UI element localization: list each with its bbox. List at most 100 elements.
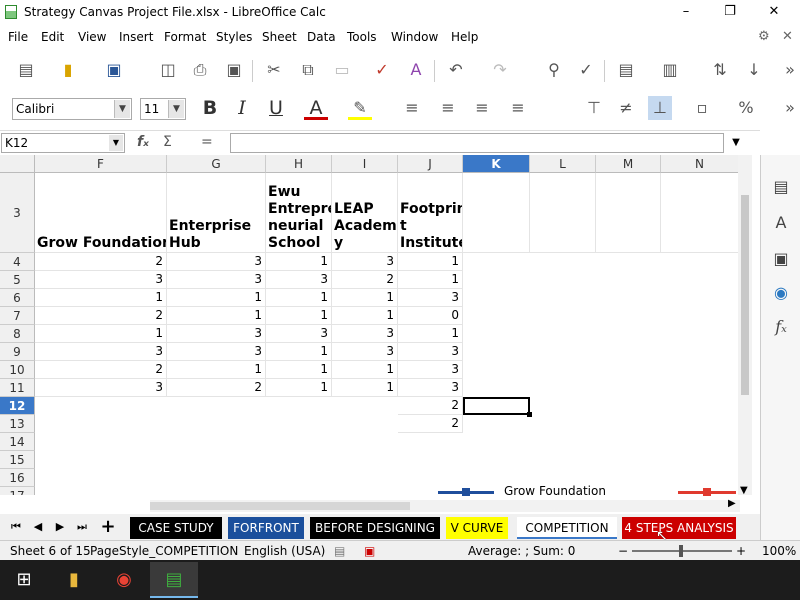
print-preview-icon[interactable]: ▣ (222, 58, 246, 82)
sheet-tab[interactable]: 4 STEPS ANALYSIS (622, 517, 736, 539)
redo-icon[interactable]: ↷ (488, 58, 512, 82)
data-cell[interactable]: 3 (332, 253, 398, 271)
more-toolbar-icon[interactable]: » (778, 58, 800, 82)
more-formatting-icon[interactable]: » (778, 96, 800, 120)
align-right-icon[interactable]: ≡ (470, 96, 494, 120)
properties-icon[interactable]: ▤ (769, 175, 793, 199)
close-button[interactable]: ✕ (752, 2, 796, 24)
data-cell[interactable]: 1 (332, 307, 398, 325)
selected-cell-cursor[interactable] (463, 397, 532, 417)
data-cell[interactable]: 2 (398, 415, 463, 433)
number-format-icon[interactable]: ▫ (690, 96, 714, 120)
data-cell[interactable]: 1 (332, 361, 398, 379)
data-cell[interactable]: 3 (167, 253, 266, 271)
sheet-tab[interactable]: V CURVE (446, 517, 508, 539)
chart-legend-item[interactable]: Grow Foundation (436, 484, 616, 500)
add-sheet-icon[interactable]: + (100, 518, 116, 536)
zoom-in-icon[interactable]: + (736, 544, 746, 558)
data-cell[interactable]: 3 (35, 379, 167, 397)
clone-formatting-icon[interactable]: ✓ (370, 58, 394, 82)
header-cell[interactable]: Grow Foundation (35, 173, 167, 253)
styles-icon[interactable]: A (769, 211, 793, 235)
data-cell[interactable]: 1 (266, 307, 332, 325)
chart-legend-item[interactable] (676, 484, 736, 500)
last-sheet-icon[interactable]: ⏭ (74, 518, 90, 536)
spelling-icon[interactable]: ✓ (574, 58, 598, 82)
document-modified-icon[interactable]: ▣ (364, 544, 375, 558)
percent-icon[interactable]: % (734, 96, 758, 120)
justify-icon[interactable]: ≡ (506, 96, 530, 120)
find-replace-icon[interactable]: ⚲ (542, 58, 566, 82)
menu-styles[interactable]: Styles (216, 30, 252, 44)
row-header-9[interactable]: 9 (0, 343, 35, 361)
row-header-14[interactable]: 14 (0, 433, 35, 451)
data-cell[interactable]: 3 (167, 325, 266, 343)
data-cell[interactable]: 1 (266, 361, 332, 379)
language[interactable]: English (USA) (244, 544, 325, 558)
libreoffice-calc-icon[interactable]: ▤ (150, 562, 198, 598)
data-cell[interactable]: 2 (35, 307, 167, 325)
open-folder-icon[interactable]: ▮ (56, 58, 80, 82)
data-cell[interactable]: 3 (398, 343, 463, 361)
data-cell[interactable]: 1 (35, 325, 167, 343)
column-header-f[interactable]: F (35, 155, 167, 173)
menu-edit[interactable]: Edit (41, 30, 64, 44)
formula-input[interactable] (230, 133, 724, 153)
data-cell[interactable]: 3 (266, 271, 332, 289)
zoom-slider-knob[interactable] (679, 545, 683, 557)
data-cell[interactable]: 1 (398, 325, 463, 343)
new-document-icon[interactable]: ▤ (14, 58, 38, 82)
row-header-16[interactable]: 16 (0, 469, 35, 487)
chrome-icon[interactable]: ◉ (100, 562, 148, 598)
data-cell[interactable]: 1 (167, 361, 266, 379)
column-header-j[interactable]: J (398, 155, 463, 173)
functions-icon[interactable]: fₓ (769, 315, 793, 339)
data-cell[interactable]: 3 (167, 343, 266, 361)
row-header-3[interactable]: 3 (0, 173, 35, 253)
underline-icon[interactable]: U (264, 96, 288, 120)
column-header-i[interactable]: I (332, 155, 398, 173)
zoom-slider[interactable] (632, 545, 732, 557)
scroll-thumb[interactable] (150, 502, 410, 510)
selection-mode-icon[interactable]: ▤ (334, 544, 345, 558)
sheet-tab[interactable]: CASE STUDY (130, 517, 222, 539)
windows-start-icon[interactable]: ⊞ (0, 562, 48, 598)
data-cell[interactable]: 1 (266, 289, 332, 307)
header-cell[interactable]: LEAP Academ y (332, 173, 398, 253)
menu-format[interactable]: Format (164, 30, 206, 44)
chevron-down-icon[interactable]: ▼ (109, 135, 123, 151)
menu-view[interactable]: View (78, 30, 106, 44)
row-header-7[interactable]: 7 (0, 307, 35, 325)
row-header-15[interactable]: 15 (0, 451, 35, 469)
row-header-17[interactable]: 17 (0, 487, 35, 495)
maximize-button[interactable]: ❐ (708, 2, 752, 24)
spreadsheet-grid[interactable]: FGHIJKLMN34567891011121314151617Grow Fou… (0, 155, 760, 495)
font-name-box[interactable]: Calibri ▼ (12, 98, 132, 120)
align-middle-icon[interactable]: ≠ (614, 96, 638, 120)
bold-icon[interactable]: B (198, 96, 222, 120)
minimize-button[interactable]: – (664, 2, 708, 24)
sort-icon[interactable]: ⇅ (708, 58, 732, 82)
sheet-tab[interactable]: COMPETITION (517, 517, 617, 539)
data-cell[interactable]: 3 (332, 325, 398, 343)
export-pdf-icon[interactable]: ◫ (156, 58, 180, 82)
file-explorer-icon[interactable]: ▮ (50, 562, 98, 598)
data-cell[interactable]: 1 (35, 289, 167, 307)
align-bottom-icon[interactable]: ⊥ (648, 96, 672, 120)
print-icon[interactable]: ⎙ (188, 58, 212, 82)
data-cell[interactable]: 2 (167, 379, 266, 397)
row-header-10[interactable]: 10 (0, 361, 35, 379)
data-cell[interactable]: 3 (35, 343, 167, 361)
chevron-down-icon[interactable]: ▼ (168, 100, 184, 118)
column-header-m[interactable]: M (596, 155, 661, 173)
data-cell[interactable]: 1 (266, 343, 332, 361)
cut-icon[interactable]: ✂ (262, 58, 286, 82)
font-color-icon[interactable]: A (304, 96, 328, 120)
data-cell[interactable]: 2 (332, 271, 398, 289)
first-sheet-icon[interactable]: ⏮ (8, 518, 24, 536)
data-cell[interactable]: 1 (266, 253, 332, 271)
formula-icon[interactable]: = (201, 134, 213, 150)
zoom-out-icon[interactable]: − (618, 544, 628, 558)
data-cell[interactable]: 0 (398, 307, 463, 325)
sort-ascending-icon[interactable]: ↓ (742, 58, 766, 82)
